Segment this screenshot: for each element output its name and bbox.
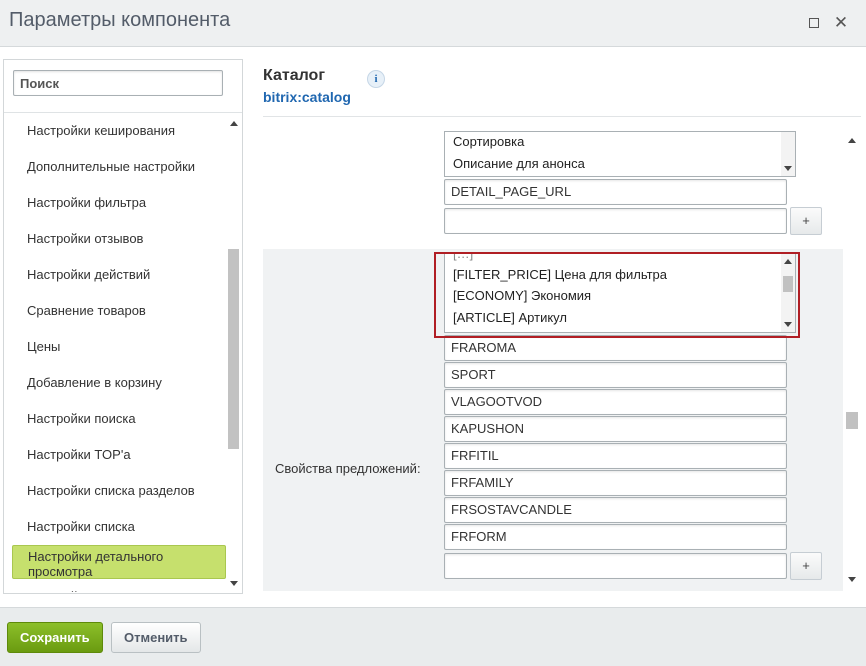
listbox-option[interactable]: Описание для анонса	[453, 156, 585, 171]
minimize-button[interactable]	[804, 13, 824, 33]
save-button[interactable]: Сохранить	[7, 622, 103, 653]
listbox-option[interactable]: Сортировка	[453, 134, 524, 149]
properties-panel: Сортировка Описание для анонса DETAIL_PA…	[263, 131, 861, 591]
offer-property-input[interactable]: FRFAMILY	[444, 470, 787, 496]
sidebar-item-additional[interactable]: Дополнительные настройки	[12, 149, 226, 185]
sidebar-item-section-list[interactable]: Настройки списка разделов	[12, 473, 226, 509]
info-icon[interactable]: i	[367, 70, 385, 88]
sidebar-item-detail[interactable]: Настройки детального просмотра	[12, 545, 226, 579]
offer-property-input[interactable]: FRFITIL	[444, 443, 787, 469]
sidebar-item-filter[interactable]: Настройки фильтра	[12, 185, 226, 221]
sidebar-list: Настройки кеширования Дополнительные нас…	[12, 113, 226, 592]
sidebar-item-reviews[interactable]: Настройки отзывов	[12, 221, 226, 257]
offer-property-input-empty[interactable]	[444, 553, 787, 579]
offer-property-input[interactable]: FRFORM	[444, 524, 787, 550]
scrollbar-thumb[interactable]	[846, 412, 858, 429]
empty-input[interactable]	[444, 208, 787, 234]
sidebar-item-compare[interactable]: Сравнение товаров	[12, 293, 226, 329]
header-divider	[263, 116, 861, 117]
offer-property-input[interactable]: VLAGOOTVOD	[444, 389, 787, 415]
component-code: bitrix:catalog	[263, 89, 351, 105]
dialog-title: Параметры компонента	[9, 9, 231, 31]
minimize-icon	[809, 18, 819, 28]
highlight-frame	[434, 252, 800, 338]
sidebar-item-list[interactable]: Настройки списка	[12, 509, 226, 545]
sidebar-item-search[interactable]: Настройки поиска	[12, 401, 226, 437]
close-button[interactable]: ✕	[831, 13, 851, 33]
listbox-scrollbar[interactable]	[781, 132, 795, 176]
scroll-down-icon[interactable]	[230, 581, 238, 586]
close-icon: ✕	[833, 13, 849, 32]
sidebar: Настройки кеширования Дополнительные нас…	[3, 59, 243, 594]
offer-property-input[interactable]: KAPUSHON	[444, 416, 787, 442]
dialog-content: Настройки кеширования Дополнительные нас…	[0, 47, 866, 607]
add-offer-property-button[interactable]: +	[790, 552, 822, 580]
dialog-footer: Сохранить Отменить	[0, 607, 866, 666]
offer-properties-label: Свойства предложений:	[275, 461, 421, 476]
scroll-up-icon[interactable]	[848, 138, 856, 143]
offer-property-input[interactable]: SPORT	[444, 362, 787, 388]
sidebar-item-caching[interactable]: Настройки кеширования	[12, 113, 226, 149]
offer-property-input[interactable]: FRAROMA	[444, 335, 787, 361]
scrollbar-thumb[interactable]	[228, 249, 239, 449]
scroll-up-icon[interactable]	[230, 121, 238, 126]
scroll-down-icon[interactable]	[848, 577, 856, 582]
search-input[interactable]	[13, 70, 223, 96]
main-scrollbar[interactable]	[844, 132, 860, 586]
sidebar-item-basket[interactable]: Добавление в корзину	[12, 365, 226, 401]
detail-url-input[interactable]: DETAIL_PAGE_URL	[444, 179, 787, 205]
sidebar-item-actions[interactable]: Настройки действий	[12, 257, 226, 293]
offer-property-input[interactable]: FRSOSTAVCANDLE	[444, 497, 787, 523]
add-field-button[interactable]: +	[790, 207, 822, 235]
sort-fields-listbox[interactable]: Сортировка Описание для анонса	[444, 131, 796, 177]
sidebar-item-prices[interactable]: Цены	[12, 329, 226, 365]
component-title: Каталог	[263, 67, 325, 84]
scroll-down-icon[interactable]	[784, 166, 792, 171]
dialog-titlebar: Параметры компонента ✕	[0, 0, 866, 47]
cancel-button[interactable]: Отменить	[111, 622, 201, 653]
sidebar-item-partial[interactable]: Настройки	[12, 579, 226, 592]
sidebar-item-top[interactable]: Настройки TOP'а	[12, 437, 226, 473]
sidebar-scrollbar[interactable]	[227, 113, 241, 592]
